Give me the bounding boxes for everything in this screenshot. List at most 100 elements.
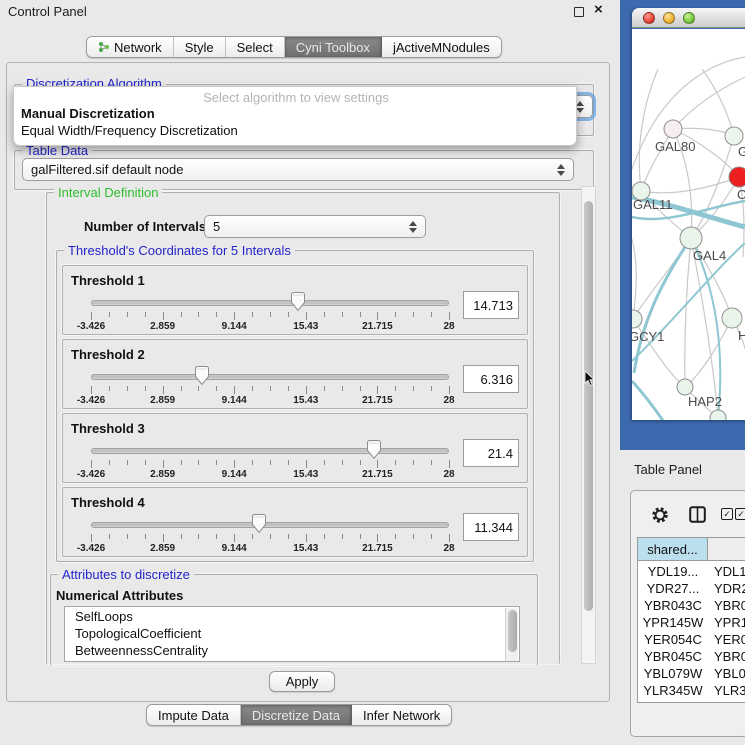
table-row[interactable]: YBR045CYBR0 (638, 649, 745, 666)
tab-select[interactable]: Select (226, 37, 285, 57)
tab-network[interactable]: Network (87, 37, 174, 57)
slider-tick (198, 312, 199, 317)
numerical-attributes-label: Numerical Attributes (56, 588, 183, 603)
threshold-row-1: Threshold 1-3.4262.8599.14415.4321.71528… (62, 265, 528, 335)
close-traffic-light-icon[interactable] (643, 12, 655, 24)
slider-tick (270, 386, 271, 391)
tab-discretize-data[interactable]: Discretize Data (241, 705, 352, 725)
tab-cyni-toolbox[interactable]: Cyni Toolbox (285, 37, 382, 57)
slider-tick (216, 534, 217, 539)
table-row[interactable]: YDR27...YDR2 (638, 581, 745, 598)
attribute-item-selfloops[interactable]: SelfLoops (75, 609, 133, 624)
table-data-combobox[interactable]: galFiltered.sif default node (22, 158, 574, 181)
network-edge[interactable] (673, 77, 745, 129)
network-edge[interactable] (691, 238, 718, 418)
gear-icon[interactable] (651, 506, 669, 524)
slider-tick (395, 460, 396, 465)
slider-track[interactable] (91, 448, 449, 454)
slider-thumb[interactable] (290, 292, 306, 312)
threshold-row-2: Threshold 2-3.4262.8599.14415.4321.71528… (62, 339, 528, 409)
slider-track[interactable] (91, 300, 449, 306)
slider-tick (288, 386, 289, 391)
network-node-c[interactable] (729, 167, 745, 187)
attribute-item-betweennesscentrality[interactable]: BetweennessCentrality (75, 643, 208, 658)
network-edge[interactable] (685, 238, 691, 387)
network-edge[interactable] (685, 318, 732, 387)
float-window-icon[interactable] (574, 7, 584, 17)
table-row[interactable]: YBR043CYBR0 (638, 598, 745, 615)
close-icon[interactable]: × (594, 1, 603, 18)
tab-label: Infer Network (363, 708, 440, 723)
top-tab-bar: NetworkStyleSelectCyni ToolboxjActiveMNo… (86, 36, 502, 58)
slider-tick (163, 460, 164, 468)
panel-scrollbar[interactable] (581, 186, 596, 664)
slider-tick (270, 312, 271, 317)
network-desktop-background: GAL80GALCGAL11GAL4GCY1HHAP2 (620, 0, 745, 450)
column-header-2[interactable]: na (708, 538, 745, 561)
table-row[interactable]: YPR145WYPR1 (638, 615, 745, 632)
network-edge-highlighted[interactable] (632, 381, 676, 420)
slider-tick-label: -3.426 (61, 469, 121, 480)
table-row[interactable]: YER054CYER0 (638, 632, 745, 649)
attributes-scrollbar[interactable] (505, 608, 518, 662)
table-row[interactable]: YDL19...YDL1 (638, 564, 745, 581)
table-cell: YIL0 (714, 700, 741, 702)
checkbox-icon[interactable]: ✓ (721, 508, 733, 520)
popup-item-manual-discretization[interactable]: Manual Discretization (21, 106, 155, 121)
slider-thumb[interactable] (251, 514, 267, 534)
tab-jactivemnodules[interactable]: jActiveMNodules (382, 37, 501, 57)
minimize-traffic-light-icon[interactable] (663, 12, 675, 24)
slider-tick (216, 460, 217, 465)
threshold-value-field[interactable]: 14.713 (463, 291, 519, 319)
slider-tick-label: 28 (419, 395, 479, 406)
panel-scrollbar-thumb[interactable] (584, 201, 593, 611)
slider-tick (377, 386, 378, 394)
network-edge[interactable] (632, 239, 636, 319)
slider-tick (163, 534, 164, 542)
checkbox-icon[interactable]: ✓ (735, 508, 745, 520)
slider-tick (109, 460, 110, 465)
table-row[interactable]: YBL079WYBL0 (638, 666, 745, 683)
threshold-value-field[interactable]: 21.4 (463, 439, 519, 467)
table-cell: YLR3 (714, 683, 745, 698)
slider-track[interactable] (91, 374, 449, 380)
threshold-value-field[interactable]: 11.344 (463, 513, 519, 541)
network-edge[interactable] (702, 69, 734, 136)
network-node-gal80[interactable] (664, 120, 682, 138)
slider-tick-label: 15.43 (276, 543, 336, 554)
numerical-attributes-list[interactable]: SelfLoops TopologicalCoefficient Betweenne… (64, 606, 520, 662)
attributes-scrollbar-thumb[interactable] (508, 610, 517, 652)
slider-thumb[interactable] (194, 366, 210, 386)
tab-impute-data[interactable]: Impute Data (147, 705, 241, 725)
network-canvas[interactable]: GAL80GALCGAL11GAL4GCY1HHAP2 (632, 29, 745, 420)
tab-infer-network[interactable]: Infer Network (352, 705, 451, 725)
popup-item-equal-width-frequency-discretization[interactable]: Equal Width/Frequency Discretization (21, 123, 238, 138)
network-window-titlebar[interactable] (632, 8, 745, 28)
zoom-traffic-light-icon[interactable] (683, 12, 695, 24)
slider-tick (360, 534, 361, 539)
network-node-gcy1[interactable] (632, 310, 642, 328)
slider-tick (198, 460, 199, 465)
attribute-item-topologicalcoefficient[interactable]: TopologicalCoefficient (75, 626, 201, 641)
apply-button[interactable]: Apply (269, 671, 335, 692)
number-of-intervals-combobox[interactable]: 5 (204, 215, 426, 238)
split-columns-icon[interactable] (689, 506, 706, 523)
table-row[interactable]: YLR345WYLR3 (638, 683, 745, 700)
node-table: shared...na YDL19...YDL1YDR27...YDR2YBR0… (637, 537, 745, 703)
slider-tick (413, 312, 414, 317)
tab-style[interactable]: Style (174, 37, 226, 57)
combo-stepper-icon (407, 216, 419, 237)
network-node-h[interactable] (722, 308, 742, 328)
network-node-gal4[interactable] (680, 227, 702, 249)
network-node-gal[interactable] (725, 127, 743, 145)
column-header-1[interactable]: shared... (638, 538, 708, 561)
network-node[interactable] (710, 410, 726, 420)
slider-track[interactable] (91, 522, 449, 528)
threshold-value-field[interactable]: 6.316 (463, 365, 519, 393)
slider-thumb[interactable] (366, 440, 382, 460)
network-node-hap2[interactable] (677, 379, 693, 395)
table-cell: YER0 (714, 632, 745, 647)
threshold-row-4: Threshold 4-3.4262.8599.14415.4321.71528… (62, 487, 528, 557)
table-row[interactable]: YIL052CYIL0 (638, 700, 745, 702)
network-edge[interactable] (641, 177, 739, 193)
